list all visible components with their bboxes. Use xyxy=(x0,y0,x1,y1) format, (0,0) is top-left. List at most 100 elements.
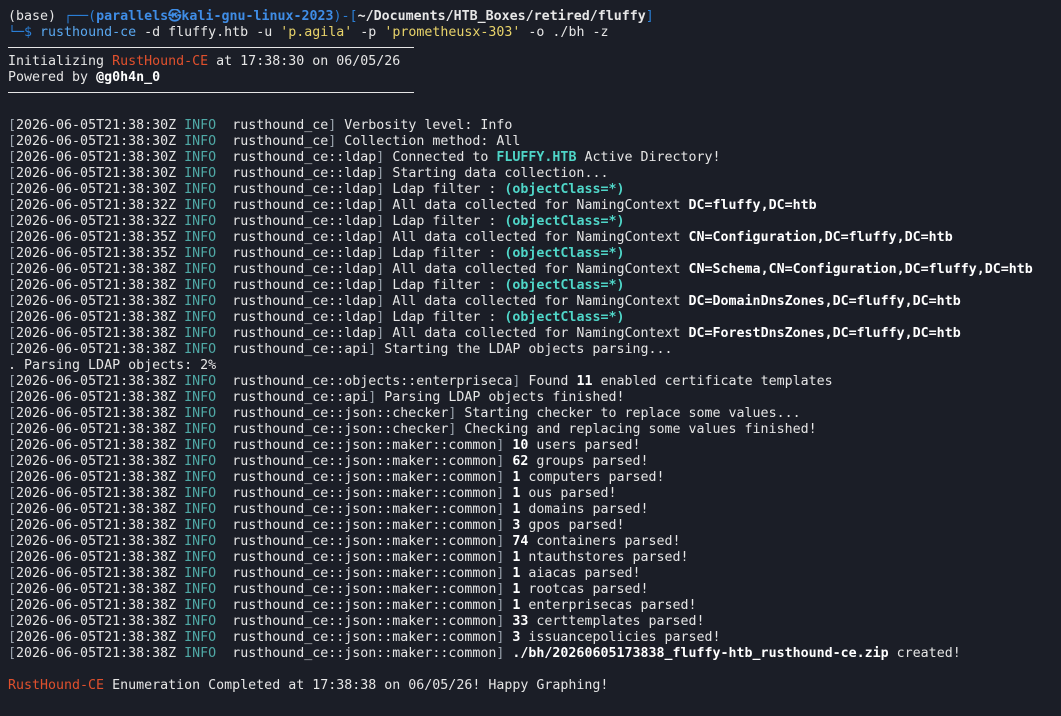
log-space xyxy=(216,182,232,197)
banner-powered-prefix: Powered by xyxy=(8,70,97,85)
log-space xyxy=(176,374,184,389)
log-space xyxy=(216,118,232,133)
log-timestamp: 2026-06-05T21:38:30Z xyxy=(16,118,177,133)
command-line[interactable]: └─$ rusthound-ce -d fluffy.htb -u 'p.agi… xyxy=(8,25,1061,41)
log-space xyxy=(176,470,184,485)
log-bracket-open: [ xyxy=(8,326,17,341)
log-line: [2026-06-05T21:38:38Z INFO rusthound_ce:… xyxy=(8,470,1061,486)
log-bracket-close: ] xyxy=(376,310,393,325)
command-args-3: -o ./bh -z xyxy=(520,25,609,40)
log-line: [2026-06-05T21:38:38Z INFO rusthound_ce:… xyxy=(8,342,1061,358)
log-line: [2026-06-05T21:38:38Z INFO rusthound_ce:… xyxy=(8,646,1061,662)
log-module: rusthound_ce::ldap xyxy=(232,278,377,293)
log-timestamp: 2026-06-05T21:38:38Z xyxy=(16,646,177,661)
log-space xyxy=(216,454,232,469)
log-bracket-open: [ xyxy=(8,518,17,533)
log-timestamp: 2026-06-05T21:38:38Z xyxy=(16,502,177,517)
log-message: Connected to xyxy=(392,150,497,165)
log-bracket-open: [ xyxy=(8,246,17,261)
log-bracket-open: [ xyxy=(8,262,17,277)
log-timestamp: 2026-06-05T21:38:35Z xyxy=(16,230,177,245)
log-timestamp: 2026-06-05T21:38:38Z xyxy=(16,630,177,645)
log-message: Starting data collection... xyxy=(392,166,609,181)
log-bracket-open: [ xyxy=(8,118,17,133)
log-highlight: CN=Configuration,DC=fluffy,DC=htb xyxy=(688,230,953,245)
log-timestamp: 2026-06-05T21:38:32Z xyxy=(16,198,177,213)
conda-env: (base) xyxy=(8,9,65,24)
log-line: [2026-06-05T21:38:38Z INFO rusthound_ce:… xyxy=(8,582,1061,598)
log-module: rusthound_ce::ldap xyxy=(232,326,377,341)
log-timestamp: 2026-06-05T21:38:38Z xyxy=(16,454,177,469)
log-highlight: 33 xyxy=(512,614,529,629)
log-highlight: (objectClass=*) xyxy=(504,310,625,325)
log-level: INFO xyxy=(184,582,217,597)
log-bracket-open: [ xyxy=(8,166,17,181)
log-line: [2026-06-05T21:38:38Z INFO rusthound_ce:… xyxy=(8,278,1061,294)
banner-divider-top xyxy=(8,47,414,54)
log-bracket-open: [ xyxy=(8,278,17,293)
log-line: [2026-06-05T21:38:35Z INFO rusthound_ce:… xyxy=(8,230,1061,246)
log-bracket-close: ] xyxy=(496,438,513,453)
log-space xyxy=(176,246,184,261)
log-line: [2026-06-05T21:38:38Z INFO rusthound_ce:… xyxy=(8,294,1061,310)
log-module: rusthound_ce::ldap xyxy=(232,262,377,277)
log-bracket-open: [ xyxy=(8,374,17,389)
log-level: INFO xyxy=(184,134,217,149)
log-module: rusthound_ce::ldap xyxy=(232,166,377,181)
log-bracket-open: [ xyxy=(8,406,17,421)
log-bracket-open: [ xyxy=(8,646,17,661)
log-space xyxy=(176,406,184,421)
log-message-suffix: certtemplates parsed! xyxy=(528,614,705,629)
log-space xyxy=(216,198,232,213)
log-line: [2026-06-05T21:38:38Z INFO rusthound_ce:… xyxy=(8,422,1061,438)
log-space xyxy=(216,342,232,357)
prompt-line-1: (base) ┌──(parallels㉿kali-gnu-linux-2023… xyxy=(8,9,1061,25)
log-level: INFO xyxy=(184,406,217,421)
log-line: [2026-06-05T21:38:38Z INFO rusthound_ce:… xyxy=(8,550,1061,566)
log-bracket-close: ] xyxy=(376,262,393,277)
log-space xyxy=(176,566,184,581)
command-name: rusthound-ce xyxy=(40,25,137,40)
log-module: rusthound_ce::objects::enterpriseca xyxy=(232,374,513,389)
log-line: [2026-06-05T21:38:30Z INFO rusthound_ce:… xyxy=(8,150,1061,166)
log-message: All data collected for NamingContext xyxy=(392,326,689,341)
log-module: rusthound_ce::json::maker::common xyxy=(232,502,497,517)
log-space xyxy=(216,166,232,181)
log-bracket-open: [ xyxy=(8,214,17,229)
log-bracket-close: ] xyxy=(376,198,393,213)
banner-init-line: Initializing RustHound-CE at 17:38:30 on… xyxy=(8,54,1061,70)
log-space xyxy=(176,486,184,501)
terminal-window[interactable]: (base) ┌──(parallels㉿kali-gnu-linux-2023… xyxy=(0,0,1061,716)
log-bracket-close: ] xyxy=(496,550,513,565)
log-bracket-close: ] xyxy=(496,614,513,629)
log-module: rusthound_ce::json::checker xyxy=(232,422,449,437)
log-block-1: [2026-06-05T21:38:30Z INFO rusthound_ce]… xyxy=(8,118,1061,358)
log-module: rusthound_ce::json::maker::common xyxy=(232,454,497,469)
log-space xyxy=(176,582,184,597)
log-level: INFO xyxy=(184,486,217,501)
log-highlight: DC=DomainDnsZones,DC=fluffy,DC=htb xyxy=(688,294,961,309)
log-bracket-close: ] xyxy=(496,502,513,517)
command-args-2: -p xyxy=(352,25,385,40)
banner-divider-bottom xyxy=(8,92,414,93)
log-line: [2026-06-05T21:38:35Z INFO rusthound_ce:… xyxy=(8,246,1061,262)
log-timestamp: 2026-06-05T21:38:38Z xyxy=(16,438,177,453)
log-level: INFO xyxy=(184,438,217,453)
log-level: INFO xyxy=(184,310,217,325)
log-module: rusthound_ce::api xyxy=(232,390,369,405)
log-space xyxy=(176,150,184,165)
log-space xyxy=(176,342,184,357)
log-timestamp: 2026-06-05T21:38:38Z xyxy=(16,550,177,565)
log-module: rusthound_ce::ldap xyxy=(232,230,377,245)
log-space xyxy=(176,422,184,437)
log-bracket-close: ] xyxy=(496,566,513,581)
log-bracket-close: ] xyxy=(376,166,393,181)
log-message-suffix: enabled certificate templates xyxy=(592,374,833,389)
log-module: rusthound_ce xyxy=(232,118,329,133)
log-space xyxy=(216,406,232,421)
log-space xyxy=(216,534,232,549)
log-bracket-close: ] xyxy=(376,294,393,309)
log-line: [2026-06-05T21:38:38Z INFO rusthound_ce:… xyxy=(8,438,1061,454)
log-bracket-open: [ xyxy=(8,438,17,453)
log-level: INFO xyxy=(184,470,217,485)
